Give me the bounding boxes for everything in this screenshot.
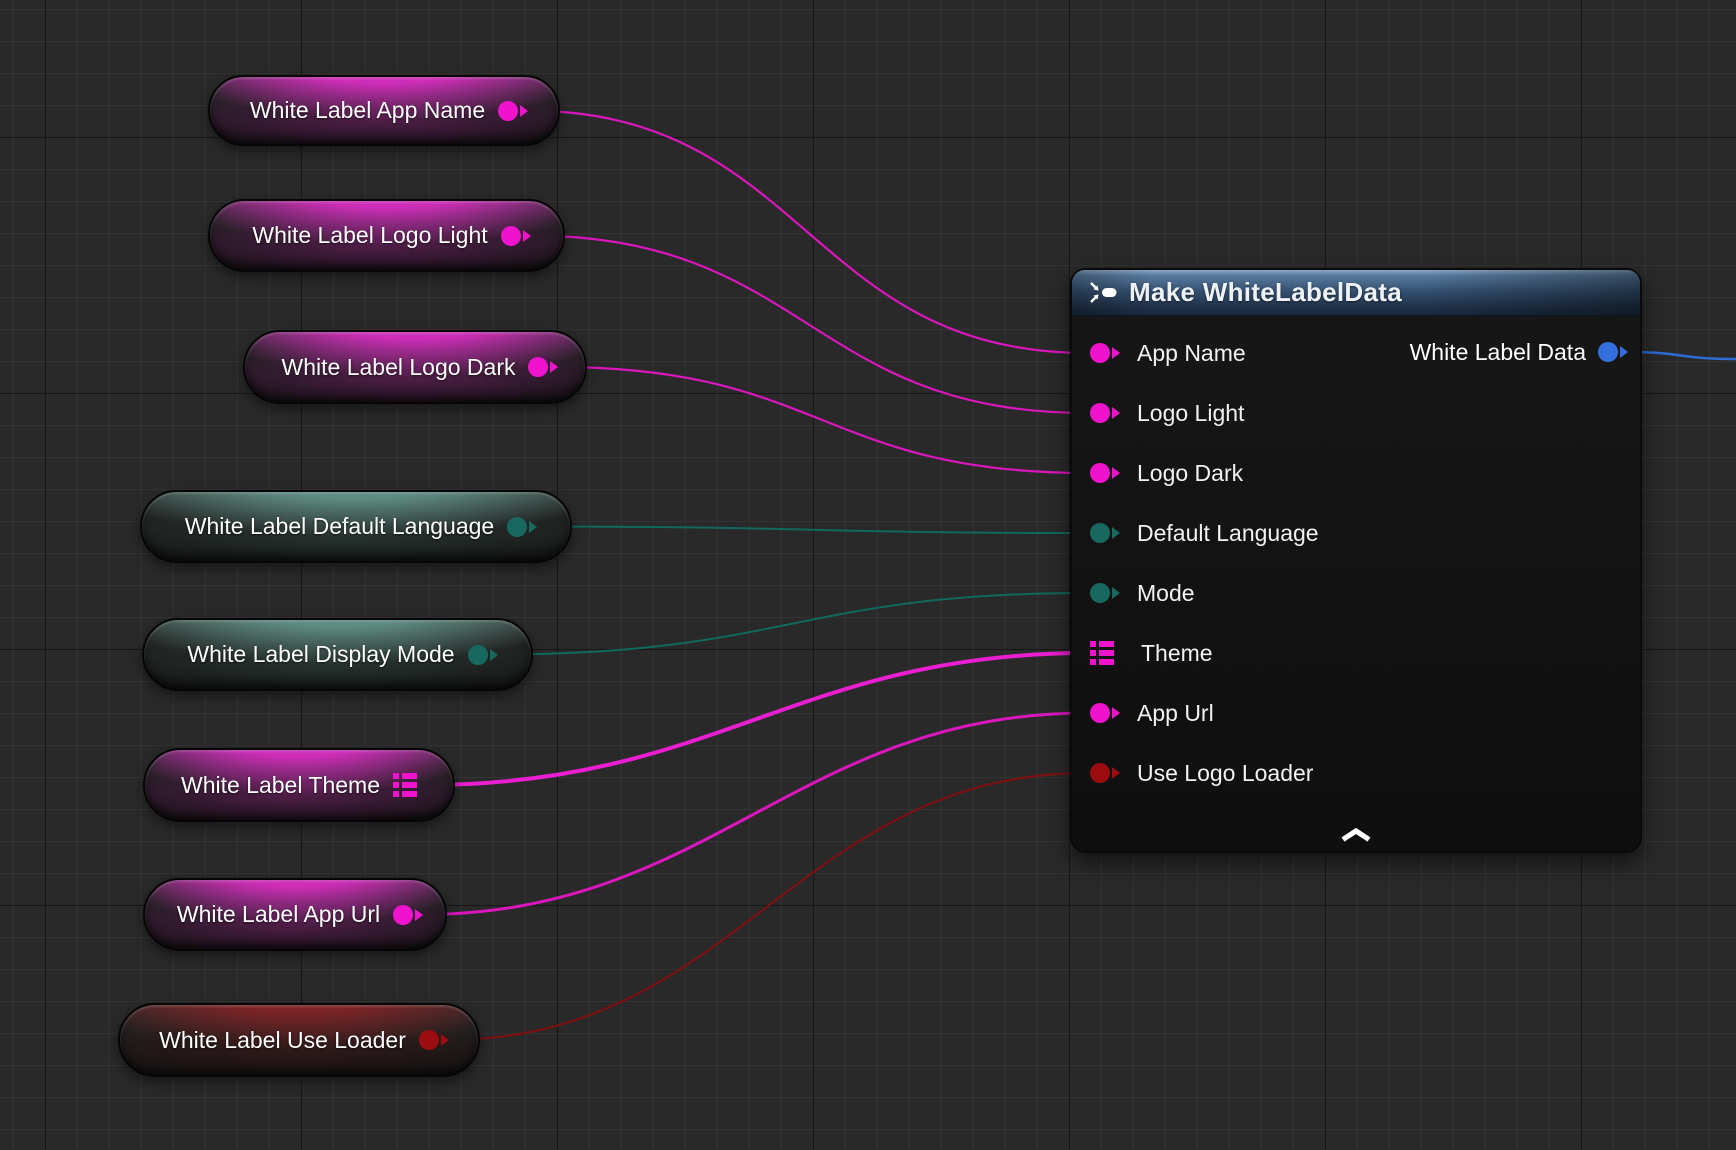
wire-display-mode-to-in-mode[interactable] <box>496 593 1088 655</box>
label-in-theme: Theme <box>1141 640 1213 667</box>
label-app-name: White Label App Name <box>250 99 485 122</box>
node-make-whitelabeldata[interactable]: Make WhiteLabelData App Name Logo Light … <box>1070 268 1642 853</box>
pin-in-logo-light[interactable] <box>1090 403 1110 423</box>
label-in-app-name: App Name <box>1137 340 1246 367</box>
input-row-in-app-url: App Url <box>1072 683 1640 743</box>
pin-use-loader[interactable] <box>419 1030 439 1050</box>
node-theme[interactable]: White Label Theme <box>143 748 455 822</box>
collapse-node-chevron-button[interactable] <box>1336 825 1376 845</box>
pin-white-label-data-output[interactable] <box>1598 342 1618 362</box>
label-theme: White Label Theme <box>181 774 380 797</box>
make-node-title: Make WhiteLabelData <box>1129 277 1402 308</box>
label-in-app-url: App Url <box>1137 700 1214 727</box>
node-default-language[interactable]: White Label Default Language <box>140 490 572 563</box>
make-node-header[interactable]: Make WhiteLabelData <box>1072 270 1640 316</box>
label-in-logo-dark: Logo Dark <box>1137 460 1243 487</box>
output-pin-label: White Label Data <box>1410 339 1586 366</box>
wire-default-language-to-in-default-language[interactable] <box>535 527 1088 534</box>
pin-logo-dark[interactable] <box>528 357 548 377</box>
input-row-in-mode: Mode <box>1072 563 1640 623</box>
node-display-mode[interactable]: White Label Display Mode <box>142 618 533 691</box>
pin-in-logo-dark[interactable] <box>1090 463 1110 483</box>
node-app-name[interactable]: White Label App Name <box>208 75 560 146</box>
pin-logo-light[interactable] <box>501 226 521 246</box>
wire-app-name-to-in-app-name[interactable] <box>526 111 1088 354</box>
pin-in-app-url[interactable] <box>1090 703 1110 723</box>
label-use-loader: White Label Use Loader <box>159 1029 406 1052</box>
pin-in-theme[interactable] <box>1090 641 1114 665</box>
label-in-use-logo-loader: Use Logo Loader <box>1137 760 1313 787</box>
wire-logo-light-to-in-logo-light[interactable] <box>529 236 1088 414</box>
node-logo-dark[interactable]: White Label Logo Dark <box>243 330 587 404</box>
label-default-language: White Label Default Language <box>185 515 494 538</box>
pin-theme[interactable] <box>393 773 417 797</box>
wire-logo-dark-to-in-logo-dark[interactable] <box>556 367 1088 473</box>
label-in-logo-light: Logo Light <box>1137 400 1244 427</box>
chevron-up-icon <box>1338 827 1374 843</box>
pin-display-mode[interactable] <box>468 645 488 665</box>
label-logo-dark: White Label Logo Dark <box>282 356 516 379</box>
pin-in-app-name[interactable] <box>1090 343 1110 363</box>
input-row-in-logo-light: Logo Light <box>1072 383 1640 443</box>
label-display-mode: White Label Display Mode <box>187 643 454 666</box>
pin-app-name[interactable] <box>498 101 518 121</box>
label-logo-light: White Label Logo Light <box>252 224 487 247</box>
label-in-mode: Mode <box>1137 580 1195 607</box>
input-row-in-theme: Theme <box>1072 623 1640 683</box>
wire-use-loader-to-in-use-logo-loader[interactable] <box>447 773 1088 1040</box>
input-row-in-logo-dark: Logo Dark <box>1072 443 1640 503</box>
node-use-loader[interactable]: White Label Use Loader <box>118 1003 480 1077</box>
pin-default-language[interactable] <box>507 517 527 537</box>
node-logo-light[interactable]: White Label Logo Light <box>208 199 565 272</box>
wire-app-url-to-in-app-url[interactable] <box>421 713 1088 915</box>
wire-out-white-label-data-to-canvas-right-edge[interactable] <box>1626 352 1736 359</box>
input-row-in-default-language: Default Language <box>1072 503 1640 563</box>
input-row-in-use-logo-loader: Use Logo Loader <box>1072 743 1640 803</box>
pin-in-use-logo-loader[interactable] <box>1090 763 1110 783</box>
pin-app-url[interactable] <box>393 905 413 925</box>
pin-in-default-language[interactable] <box>1090 523 1110 543</box>
blueprint-graph-canvas[interactable]: White Label App Name White Label Logo Li… <box>0 0 1736 1150</box>
pin-in-mode[interactable] <box>1090 583 1110 603</box>
label-app-url: White Label App Url <box>177 903 380 926</box>
make-struct-icon <box>1090 282 1117 303</box>
node-app-url[interactable]: White Label App Url <box>143 878 447 951</box>
label-in-default-language: Default Language <box>1137 520 1319 547</box>
